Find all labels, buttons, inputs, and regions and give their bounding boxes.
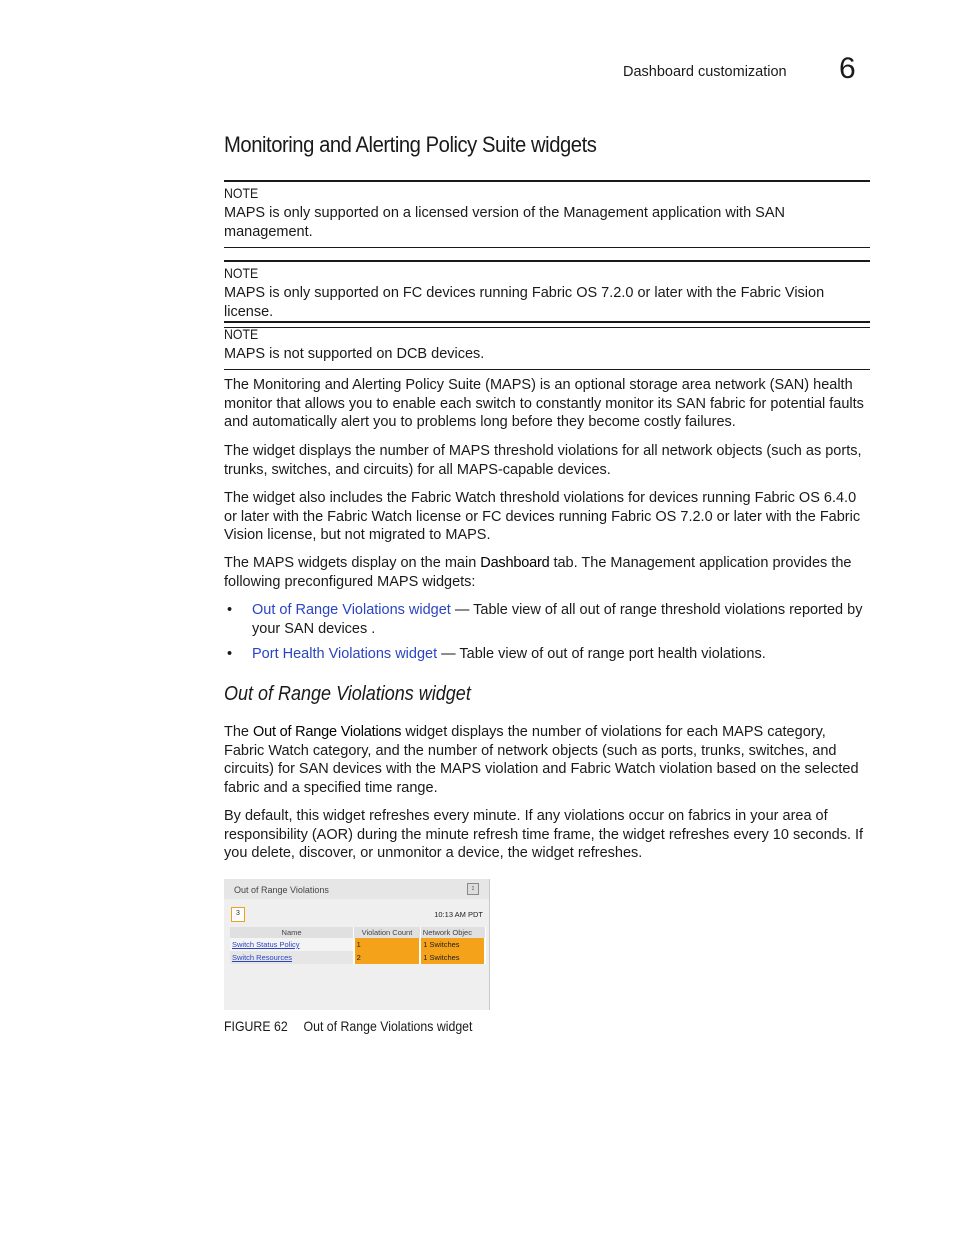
paragraph-widget-displays: The widget displays the number of MAPS t… [224, 443, 862, 478]
paragraph-widget-description: The Out of Range Violations widget displ… [224, 723, 870, 798]
violation-count-cell: 2 [353, 951, 422, 964]
network-objects-cell: 1 Switches [420, 938, 486, 951]
paragraph-fabric-watch: The widget also includes the Fabric Watc… [224, 490, 861, 544]
network-objects-cell: 1 Switches [420, 951, 486, 964]
table-row[interactable]: Switch Resources 2 1 Switches [230, 951, 486, 964]
note-label: NOTE [224, 265, 259, 281]
violation-name-link[interactable]: Switch Resources [232, 953, 292, 962]
note-label: NOTE [224, 326, 259, 342]
violation-name-cell: Switch Status Policy [230, 938, 355, 951]
out-of-range-violations-link[interactable]: Out of Range Violations widget [252, 602, 451, 618]
widget-term: Out of Range Violations [253, 724, 402, 740]
bullet-icon: • [227, 602, 233, 618]
table-row[interactable]: Switch Status Policy 1 1 Switches [230, 938, 486, 951]
dashboard-term: Dashboard [480, 555, 550, 571]
figure-number: FIGURE 62 [224, 1018, 288, 1034]
section-title: Monitoring and Alerting Policy Suite wid… [224, 132, 597, 157]
note-box: NOTE MAPS is not supported on DCB device… [224, 321, 870, 370]
subsection-title: Out of Range Violations widget [224, 683, 471, 705]
chapter-number: 6 [839, 52, 856, 85]
bullet-text: — Table view of out of range port health… [437, 646, 766, 662]
violation-count-cell: 1 [353, 938, 422, 951]
note-text: MAPS is not supported on DCB devices. [224, 346, 485, 362]
paragraph-maps-intro: The Monitoring and Alerting Policy Suite… [224, 377, 864, 431]
port-health-violations-link[interactable]: Port Health Violations widget [252, 646, 437, 662]
note-text: MAPS is only supported on a licensed ver… [224, 205, 785, 240]
note-box: NOTE MAPS is only supported on a license… [224, 180, 870, 248]
widget-menu-button[interactable]: ↕ [467, 883, 479, 895]
violations-table: Name Violation Count Network Objec Switc… [230, 927, 486, 964]
running-header-section: Dashboard customization [623, 64, 787, 80]
column-header-network-objects[interactable]: Network Objec [420, 927, 486, 938]
out-of-range-violations-widget: Out of Range Violations ↕ 3 10:13 AM PDT… [224, 879, 490, 1010]
text: The MAPS widgets display on the main [224, 555, 481, 571]
widget-timestamp: 10:13 AM PDT [434, 910, 483, 919]
violation-name-cell: Switch Resources [230, 951, 355, 964]
violations-count-badge[interactable]: 3 [231, 907, 245, 922]
paragraph-dashboard-tab: The MAPS widgets display on the main Das… [224, 554, 870, 591]
bullet-icon: • [227, 646, 233, 662]
note-label: NOTE [224, 185, 259, 201]
text: The [224, 724, 254, 740]
column-header-violation-count[interactable]: Violation Count [353, 927, 421, 938]
note-box: NOTE MAPS is only supported on FC device… [224, 260, 870, 328]
paragraph-refresh: By default, this widget refreshes every … [224, 808, 864, 862]
widget-title: Out of Range Violations [234, 885, 329, 895]
figure-title: Out of Range Violations widget [303, 1018, 473, 1034]
violation-name-link[interactable]: Switch Status Policy [232, 940, 300, 949]
column-header-name[interactable]: Name [230, 927, 355, 938]
figure-caption: FIGURE 62 Out of Range Violations widget [224, 1018, 472, 1034]
